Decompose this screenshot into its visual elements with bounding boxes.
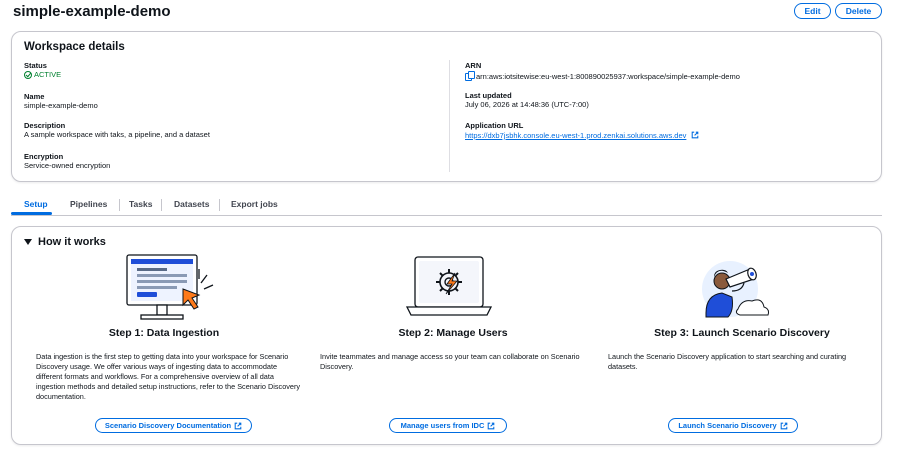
external-link-icon — [234, 422, 242, 429]
button-label: Scenario Discovery Documentation — [104, 421, 232, 430]
copy-icon[interactable] — [465, 71, 475, 81]
step-1-title: Step 1: Data Ingestion — [108, 327, 220, 339]
button-label: Manage users from IDC — [400, 421, 485, 430]
application-url-link[interactable]: https://dxb7jsbhk.console.eu-west-1.prod… — [465, 131, 686, 140]
tab-separator — [119, 199, 120, 211]
active-tab-indicator — [11, 212, 52, 215]
step-3-description: Launch the Scenario Discovery applicatio… — [608, 352, 847, 371]
arn-value: arn:aws:iotsitewise:eu-west-1:8008900259… — [476, 72, 740, 81]
check-circle-icon — [24, 70, 32, 79]
name-value: simple-example-demo — [24, 101, 98, 110]
step-3: Step 3: Launch Scenario Discovery Launch… — [602, 227, 882, 446]
step-2: Step 2: Manage Users Invite teammates an… — [313, 227, 593, 446]
data-ingestion-illustration — [126, 254, 214, 320]
arn-value-row: arn:aws:iotsitewise:eu-west-1:8008900259… — [465, 71, 740, 81]
step-2-description: Invite teammates and manage access so yo… — [320, 352, 580, 371]
tab-pipelines[interactable]: Pipelines — [70, 199, 107, 209]
step-1: Step 1: Data Ingestion Data ingestion is… — [24, 227, 304, 446]
tab-datasets[interactable]: Datasets — [174, 199, 209, 209]
tab-separator — [219, 199, 220, 211]
step-2-title: Step 2: Manage Users — [398, 327, 508, 339]
launch-discovery-illustration — [702, 261, 769, 318]
status-label: Status — [24, 61, 47, 70]
last-updated-label: Last updated — [465, 91, 512, 100]
manage-users-illustration — [405, 256, 493, 316]
encryption-label: Encryption — [24, 152, 64, 161]
tab-setup[interactable]: Setup — [24, 199, 48, 209]
status-text: ACTIVE — [34, 70, 62, 79]
encryption-value: Service-owned encryption — [24, 161, 111, 170]
card-title: Workspace details — [24, 41, 125, 53]
external-link-icon — [488, 422, 495, 429]
step-1-description: Data ingestion is the first step to gett… — [36, 352, 301, 401]
how-it-works-card: How it works Step 1: Data Ingestion Data… — [11, 226, 882, 445]
button-label: Launch Scenario Discovery — [678, 421, 777, 430]
workspace-details-card: Workspace details Status ACTIVE Name sim… — [11, 31, 882, 182]
name-label: Name — [24, 92, 45, 101]
scenario-discovery-documentation-button[interactable]: Scenario Discovery Documentation — [95, 418, 252, 433]
external-link-icon — [780, 422, 788, 429]
status-value: ACTIVE — [24, 70, 61, 79]
tab-separator — [161, 199, 162, 211]
tab-tasks[interactable]: Tasks — [129, 199, 152, 209]
launch-scenario-discovery-button[interactable]: Launch Scenario Discovery — [668, 418, 798, 433]
last-updated-value: July 06, 2026 at 14:48:36 (UTC-7:00) — [465, 100, 589, 109]
external-link-icon — [692, 131, 699, 139]
arn-label: ARN — [465, 61, 482, 70]
manage-users-from-idc-button[interactable]: Manage users from IDC — [389, 418, 507, 433]
description-label: Description — [24, 121, 66, 130]
delete-button[interactable]: Delete — [835, 3, 882, 19]
application-url-label: Application URL — [465, 121, 524, 130]
application-url-row: https://dxb7jsbhk.console.eu-west-1.prod… — [465, 131, 699, 140]
description-value: A sample workspace with taks, a pipeline… — [24, 130, 210, 139]
page-title: simple-example-demo — [13, 3, 171, 20]
tab-export-jobs[interactable]: Export jobs — [231, 199, 278, 209]
edit-button[interactable]: Edit — [794, 3, 831, 19]
step-3-title: Step 3: Launch Scenario Discovery — [654, 327, 830, 339]
details-divider — [449, 60, 450, 172]
